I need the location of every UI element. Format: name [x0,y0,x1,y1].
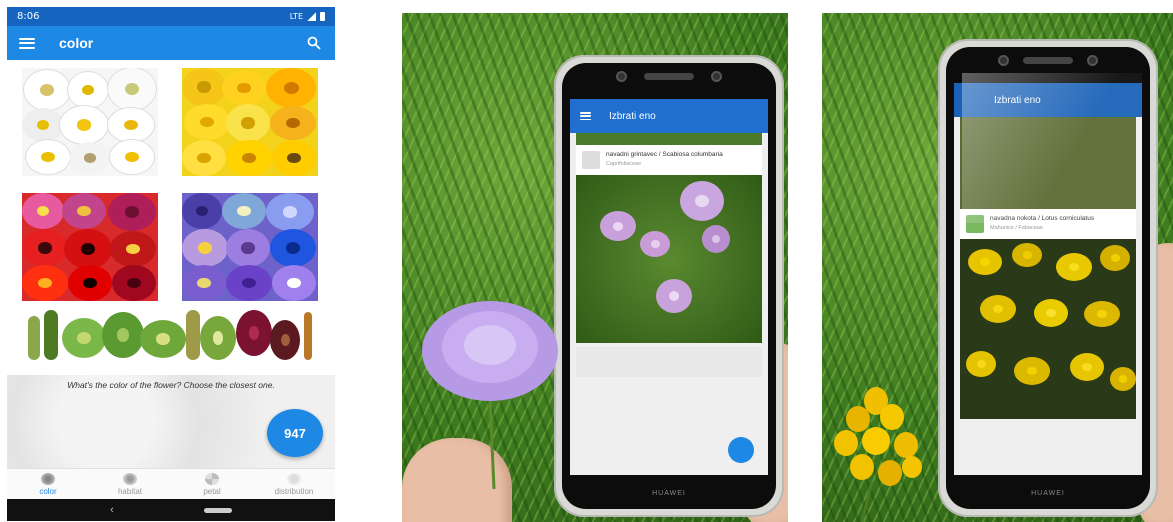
app-title: color [59,35,94,51]
species-name: navadna nokota / Lotus corniculatus [990,215,1095,222]
species-family: Mahunice / Fabaceae [990,225,1043,231]
menu-icon [580,112,591,120]
color-icon [41,472,55,485]
phone-brand: HUAWEI [652,490,686,497]
color-tile-green[interactable] [22,306,318,366]
species-family: Caprifoliaceae [606,161,642,167]
status-time: 8:06 [17,11,40,22]
nav-item-distribution[interactable]: distribution [253,469,335,499]
habitat-icon [123,472,137,485]
back-icon[interactable]: ‹ [110,504,114,516]
phone-screen: Izbrati eno navadni grintavec / Scabiosa… [570,99,768,475]
plant-photo [576,175,762,343]
color-tile-white[interactable] [22,68,158,176]
app-bar: color [7,26,335,60]
nav-item-petal[interactable]: petal [171,469,253,499]
species-card: navadna nokota / Lotus corniculatus Mahu… [960,209,1136,239]
menu-icon[interactable] [19,37,35,49]
plant-photo [960,239,1136,419]
nav-item-habitat[interactable]: habitat [89,469,171,499]
screen-app-bar: Izbrati eno [570,99,768,133]
species-thumbnail [966,215,984,233]
species-name: navadni grintavec / Scabiosa columbaria [606,151,723,158]
result-count-button [728,437,754,463]
phone-brand: HUAWEI [1031,490,1065,497]
hint-text: What's the color of the flower? Choose t… [67,380,275,390]
color-tile-blue[interactable] [182,193,318,301]
color-tiles [7,60,335,366]
phone-screen: Izbrati eno navadna nokota / Lotus corni… [954,83,1142,475]
system-nav-bar: ‹ [7,499,335,521]
screen-title: Izbrati eno [994,94,1041,106]
status-indicators: LTE [290,12,325,21]
species-thumbnail [582,151,600,169]
screen-app-bar: Izbrati eno [954,83,1142,117]
photo-scabiosa: Izbrati eno navadni grintavec / Scabiosa… [402,13,788,522]
result-count-button[interactable]: 947 [267,409,323,457]
smartphone: Izbrati eno navadna nokota / Lotus corni… [938,39,1158,517]
search-icon[interactable] [307,36,321,50]
scabiosa-flower [422,301,558,489]
bottom-nav: color habitat petal distribution [7,468,335,499]
lotus-flowers [834,387,922,522]
hint-area: What's the color of the flower? Choose t… [7,375,335,468]
network-label: LTE [289,12,303,21]
petal-icon [205,472,219,485]
home-icon[interactable] [203,507,232,513]
screen-title: Izbrati eno [609,110,656,122]
species-card: navadni grintavec / Scabiosa columbaria … [576,145,762,175]
signal-icon [307,12,316,21]
photo-lotus: Izbrati eno navadna nokota / Lotus corni… [822,13,1173,522]
nav-item-color[interactable]: color [7,469,89,499]
color-tile-yellow[interactable] [182,68,318,176]
distribution-icon [287,472,301,485]
battery-icon [320,12,325,21]
smartphone: Izbrati eno navadni grintavec / Scabiosa… [554,55,784,517]
color-tile-red[interactable] [22,193,158,301]
status-bar: 8:06 LTE [7,7,335,26]
app-screenshot: 8:06 LTE color What's the color of the f… [7,7,335,521]
